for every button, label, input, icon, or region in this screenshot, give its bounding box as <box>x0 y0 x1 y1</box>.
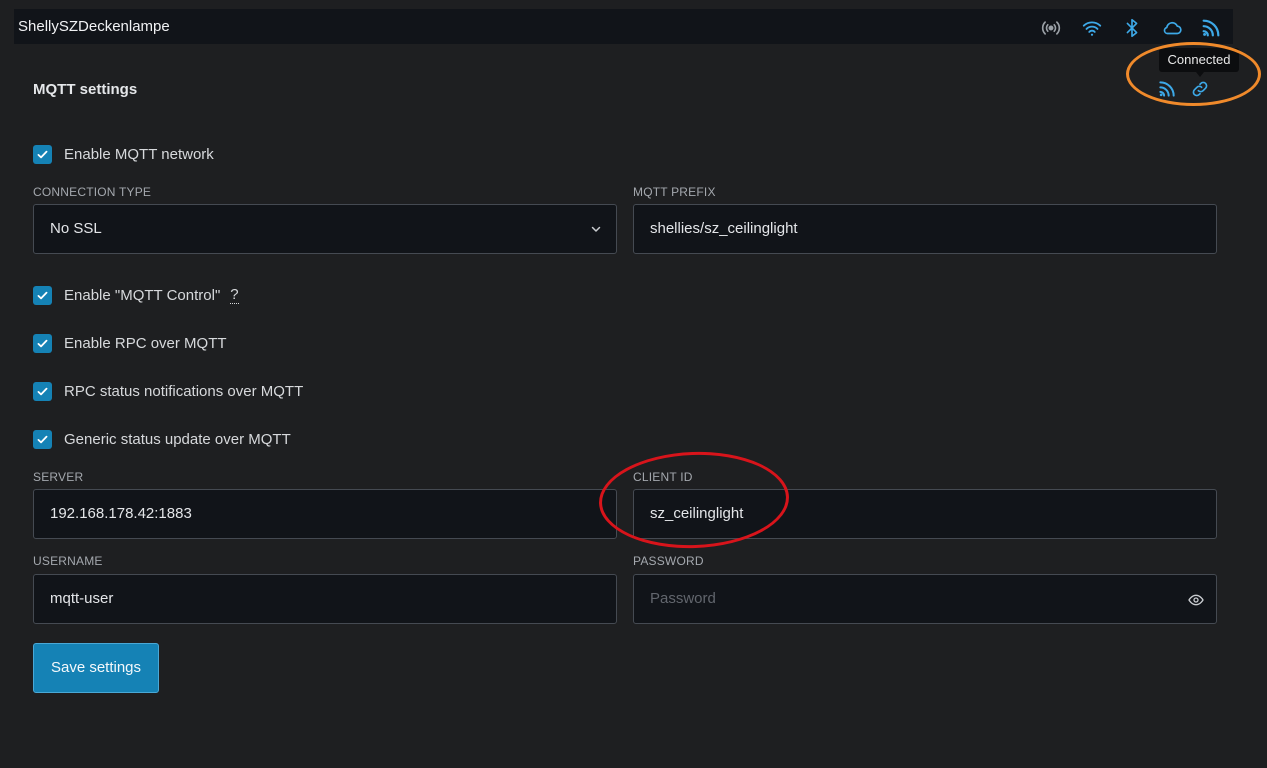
enable-mqtt-control-checkbox[interactable] <box>33 285 52 305</box>
password-input[interactable]: Password <box>633 574 1217 624</box>
save-settings-button[interactable]: Save settings <box>33 643 159 693</box>
enable-mqtt-row[interactable]: Enable MQTT network <box>33 143 214 165</box>
enable-mqtt-control-label: Enable "MQTT Control" <box>64 286 221 304</box>
orange-highlight-ellipse <box>1126 42 1261 106</box>
chevron-down-icon <box>591 226 601 232</box>
enable-mqtt-label: Enable MQTT network <box>64 145 214 163</box>
wifi-icon[interactable] <box>1081 17 1103 39</box>
help-tooltip-trigger[interactable]: ? <box>230 286 239 304</box>
checkmark-icon <box>37 339 48 347</box>
connection-type-label: CONNECTION TYPE <box>33 185 152 199</box>
rpc-status-label: RPC status notifications over MQTT <box>64 382 304 400</box>
enable-rpc-row[interactable]: Enable RPC over MQTT <box>33 332 227 354</box>
mqtt-prefix-input[interactable]: shellies/sz_ceilinglight <box>633 204 1217 254</box>
password-label: PASSWORD <box>633 554 704 568</box>
checkmark-icon <box>37 435 48 443</box>
password-placeholder: Password <box>650 590 716 607</box>
username-label: USERNAME <box>33 554 103 568</box>
top-bar: ShellySZDeckenlampe <box>14 9 1233 44</box>
connection-type-value: No SSL <box>50 220 102 237</box>
server-input[interactable]: 192.168.178.42:1883 <box>33 489 617 539</box>
enable-mqtt-checkbox[interactable] <box>33 144 52 164</box>
generic-status-row[interactable]: Generic status update over MQTT <box>33 428 291 450</box>
connection-type-select[interactable]: No SSL <box>33 204 617 254</box>
status-icons <box>14 9 1233 44</box>
page-title: MQTT settings <box>33 81 138 98</box>
enable-rpc-checkbox[interactable] <box>33 333 52 353</box>
rpc-status-row[interactable]: RPC status notifications over MQTT <box>33 380 303 402</box>
bluetooth-icon[interactable] <box>1121 17 1143 39</box>
rpc-status-checkbox[interactable] <box>33 381 52 401</box>
username-input[interactable]: mqtt-user <box>33 574 617 624</box>
mqtt-prefix-label: MQTT PREFIX <box>633 185 716 199</box>
username-value: mqtt-user <box>50 590 114 607</box>
checkmark-icon <box>37 150 48 158</box>
server-value: 192.168.178.42:1883 <box>50 505 192 522</box>
enable-rpc-label: Enable RPC over MQTT <box>64 334 227 352</box>
enable-mqtt-control-row[interactable]: Enable "MQTT Control" ? <box>33 284 239 306</box>
checkmark-icon <box>37 291 48 299</box>
generic-status-checkbox[interactable] <box>33 429 52 449</box>
rss-icon[interactable] <box>1200 17 1222 39</box>
broadcast-icon[interactable] <box>1040 17 1062 39</box>
eye-icon[interactable] <box>1188 592 1204 608</box>
server-label: SERVER <box>33 470 84 484</box>
mqtt-prefix-value: shellies/sz_ceilinglight <box>650 220 798 237</box>
generic-status-label: Generic status update over MQTT <box>64 430 291 448</box>
cloud-icon[interactable] <box>1161 17 1183 39</box>
checkmark-icon <box>37 387 48 395</box>
